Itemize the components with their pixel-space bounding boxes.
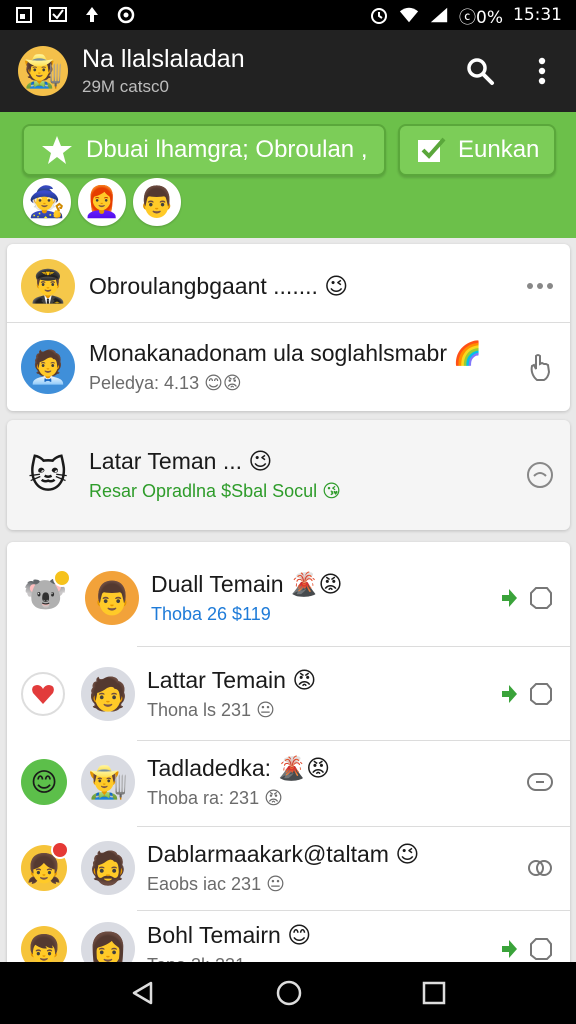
unread-badge	[51, 841, 69, 859]
chat-title: Na llalslaladan	[82, 45, 245, 73]
girl-avatar-icon: 👧	[21, 841, 69, 891]
conversation-preview: Thoba 26 $119	[151, 604, 271, 624]
conversation-name: Latar Teman ... 😉	[89, 448, 273, 474]
conversation-preview: Resar Opradlna $Sbal Socul 😘	[89, 481, 341, 501]
conversation-name: Lattar Temain 😡	[147, 667, 317, 693]
trailing-actions	[526, 461, 554, 489]
tap-hand-icon[interactable]	[528, 352, 554, 382]
conversation-name: Bohl Temairn 😊	[147, 922, 312, 948]
chat-bubble-icon[interactable]	[528, 936, 554, 962]
link-icon[interactable]	[526, 858, 554, 878]
conversation-preview: Eaobs iac 231 😐	[147, 874, 285, 894]
group-info-chip[interactable]: Dbuai lhamgra; Obroulan ,	[22, 124, 386, 176]
star-icon	[40, 133, 74, 167]
status-circle-icon[interactable]	[526, 461, 554, 489]
heart-icon	[21, 672, 65, 716]
message-pill-icon[interactable]	[526, 772, 554, 792]
trailing-actions	[500, 936, 554, 962]
trailing-actions	[526, 772, 554, 792]
conversation-row[interactable]: 🐱 Latar Teman ... 😉 Resar Opradlna $Sbal…	[7, 436, 570, 514]
member-avatar-1[interactable]: 🧙	[23, 178, 71, 226]
man-avatar-icon: 🧔	[81, 841, 135, 895]
forward-arrow-icon[interactable]	[500, 683, 518, 705]
message-notification-icon	[48, 5, 68, 25]
trailing-actions	[526, 282, 554, 290]
koala-icon: 🐨	[23, 569, 73, 623]
wifi-icon	[399, 5, 419, 25]
conversation-name: Dablarmaakark@taltam 😉	[147, 841, 420, 867]
divider	[137, 910, 570, 911]
divider	[7, 322, 570, 323]
chat-bubble-icon[interactable]	[528, 585, 554, 611]
conversation-preview: Thoba ra: 231 😡	[147, 788, 283, 808]
conversation-row[interactable]: 👨‍✈️ Obroulangbgaant ....... 😉	[7, 256, 570, 316]
conversation-row[interactable]: 🧑‍💼 Monakanadonam ula soglahlsmabr 🌈 Pel…	[7, 334, 570, 400]
trailing-actions	[500, 681, 554, 707]
divider	[137, 646, 570, 647]
group-info-label: Dbuai lhamgra; Obroulan ,	[86, 136, 368, 163]
man-avatar-icon: 🧑‍💼	[21, 340, 75, 394]
conversation-name: Monakanadonam ula soglahlsmabr 🌈	[89, 340, 483, 366]
conversation-name: Duall Temain 🌋😡	[151, 571, 343, 597]
invite-chip[interactable]: Eunkan	[398, 124, 556, 176]
check-box-icon	[416, 133, 446, 167]
conversation-card-2: 🐱 Latar Teman ... 😉 Resar Opradlna $Sbal…	[7, 420, 570, 530]
member-avatar-2[interactable]: 👩‍🦰	[78, 178, 126, 226]
divider	[137, 826, 570, 827]
more-horiz-icon[interactable]	[526, 282, 554, 290]
farmer-avatar-icon[interactable]: 🧑‍🌾	[18, 46, 68, 96]
conversation-card-1: 👨‍✈️ Obroulangbgaant ....... 😉 🧑‍💼 Monak…	[7, 244, 570, 411]
forward-arrow-icon[interactable]	[500, 938, 518, 960]
more-vert-icon[interactable]	[526, 55, 558, 87]
member-avatar-3[interactable]: 👨	[133, 178, 181, 226]
cat-avatar-icon: 🐱	[28, 454, 68, 497]
recents-icon[interactable]	[422, 981, 446, 1005]
conversation-name: Tadladedka: 🌋😡	[147, 755, 331, 781]
divider	[137, 740, 570, 741]
pilot-avatar-icon: 👨‍✈️	[21, 259, 75, 313]
signal-icon	[429, 5, 449, 25]
invite-label: Eunkan	[458, 136, 540, 163]
status-bar: ⓒ0% 15:31	[0, 0, 576, 30]
trailing-actions	[526, 858, 554, 878]
conversation-name: Obroulangbgaant ....... 😉	[89, 272, 349, 299]
conversation-row[interactable]: 👧 🧔 Dablarmaakark@taltam 😉 Eaobs iac 231…	[7, 828, 570, 908]
man-avatar-icon: 👨‍🌾	[81, 755, 135, 809]
sync-notification-icon	[116, 5, 136, 25]
conversation-card-3: 🐨 👨 Duall Temain 🌋😡 Thoba 26 $119 🧑 Latt…	[7, 542, 570, 982]
smiley-avatar-icon: 😊	[21, 759, 67, 805]
chat-bubble-icon[interactable]	[528, 681, 554, 707]
trailing-actions	[500, 585, 554, 611]
alarm-icon	[369, 5, 389, 25]
home-icon[interactable]	[275, 979, 303, 1007]
conversation-preview: Peledya: 4.13 😊😡	[89, 373, 242, 393]
man-avatar-icon: 👨	[85, 571, 139, 625]
gallery-notification-icon	[14, 5, 34, 25]
conversation-row[interactable]: 🧑 Lattar Temain 😡 Thona ls 231 😐	[7, 652, 570, 736]
conversation-row[interactable]: 🐨 👨 Duall Temain 🌋😡 Thoba 26 $119	[7, 556, 570, 640]
conversation-row[interactable]: 😊 👨‍🌾 Tadladedka: 🌋😡 Thoba ra: 231 😡	[7, 742, 570, 822]
upload-notification-icon	[82, 5, 102, 25]
navigation-bar	[0, 962, 576, 1024]
unread-badge	[53, 569, 71, 587]
man-avatar-icon: 🧑	[81, 667, 135, 721]
conversation-preview: Thona ls 231 😐	[147, 700, 275, 720]
chat-subtitle: 29M catsc0	[82, 77, 169, 96]
trailing-actions	[528, 352, 554, 382]
app-bar: 🧑‍🌾 Na llalslaladan 29M catsc0	[0, 30, 576, 112]
clock: 15:31	[513, 5, 562, 25]
search-icon[interactable]	[464, 55, 496, 87]
battery-text: ⓒ0%	[459, 7, 503, 28]
back-icon[interactable]	[130, 980, 156, 1006]
forward-arrow-icon[interactable]	[500, 587, 518, 609]
